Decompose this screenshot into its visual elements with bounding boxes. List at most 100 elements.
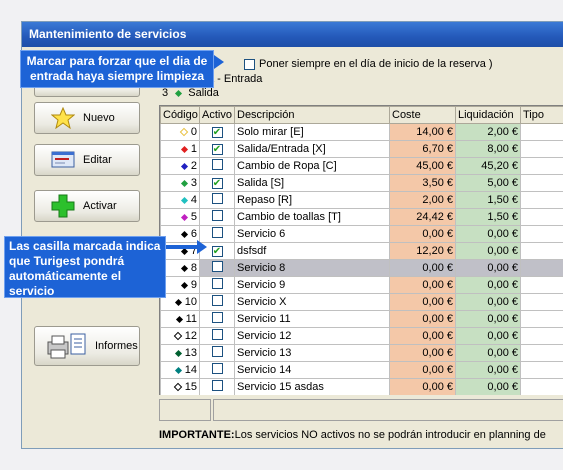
row-description[interactable]: Solo mirar [E]	[234, 123, 390, 141]
active-checkbox[interactable]	[211, 380, 223, 391]
row-liquidacion[interactable]: 0,00 €	[455, 225, 521, 243]
row-coste[interactable]: 14,00 €	[389, 123, 456, 141]
row-description[interactable]: Servicio 8	[234, 259, 390, 277]
row-description[interactable]: Servicio 13	[234, 344, 390, 362]
row-description[interactable]: Servicio 9	[234, 276, 390, 294]
row-liquidacion[interactable]: 0,00 €	[455, 361, 521, 379]
table-row[interactable]: 0 ✔ Solo mirar [E] 14,00 €2,00 €	[160, 123, 563, 141]
row-liquidacion[interactable]: 0,00 €	[455, 242, 521, 260]
row-coste[interactable]: 6,70 €	[389, 140, 456, 158]
row-code-cell[interactable]: 15	[160, 378, 200, 395]
row-coste[interactable]: 0,00 €	[389, 378, 456, 395]
table-row[interactable]: 2 Cambio de Ropa [C] 45,00 €45,20 €	[160, 157, 563, 175]
table-row[interactable]: 12 Servicio 12 0,00 €0,00 €	[160, 327, 563, 345]
row-liquidacion[interactable]: 0,00 €	[455, 276, 521, 294]
table-row[interactable]: 5 Cambio de toallas [T] 24,42 €1,50 €	[160, 208, 563, 226]
row-code-cell[interactable]: 3	[160, 174, 200, 192]
row-tipo[interactable]	[520, 327, 563, 345]
row-active-cell[interactable]	[199, 259, 235, 277]
row-tipo[interactable]	[520, 140, 563, 158]
row-code-cell[interactable]: 5	[160, 208, 200, 226]
activar-button[interactable]: Activar	[34, 190, 140, 222]
col-tipo[interactable]: Tipo	[520, 106, 563, 124]
active-checkbox[interactable]: ✔	[211, 178, 223, 190]
row-tipo[interactable]	[520, 225, 563, 243]
row-code-cell[interactable]: 9	[160, 276, 200, 294]
row-coste[interactable]: 12,20 €	[389, 242, 456, 260]
row-active-cell[interactable]	[199, 157, 235, 175]
row-active-cell[interactable]	[199, 310, 235, 328]
table-row[interactable]: 8 Servicio 8 0,00 €0,00 €	[160, 259, 563, 277]
row-liquidacion[interactable]: 0,00 €	[455, 344, 521, 362]
row-liquidacion[interactable]: 0,00 €	[455, 310, 521, 328]
table-row[interactable]: 1 ✔ Salida/Entrada [X] 6,70 €8,00 €	[160, 140, 563, 158]
row-tipo[interactable]	[520, 259, 563, 277]
row-tipo[interactable]	[520, 123, 563, 141]
row-active-cell[interactable]	[199, 327, 235, 345]
row-active-cell[interactable]: ✔	[199, 123, 235, 141]
row-code-cell[interactable]: 14	[160, 361, 200, 379]
table-row[interactable]: 4 Repaso [R] 2,00 €1,50 €	[160, 191, 563, 209]
editar-button[interactable]: Editar	[34, 144, 140, 176]
row-tipo[interactable]	[520, 293, 563, 311]
row-coste[interactable]: 0,00 €	[389, 225, 456, 243]
active-checkbox[interactable]	[211, 278, 223, 289]
row-code-cell[interactable]: 8	[160, 259, 200, 277]
row-code-cell[interactable]: 10	[160, 293, 200, 311]
active-checkbox[interactable]	[211, 346, 223, 357]
row-description[interactable]: Servicio 15 asdas	[234, 378, 390, 395]
row-active-cell[interactable]	[199, 276, 235, 294]
row-coste[interactable]: 0,00 €	[389, 361, 456, 379]
row-code-cell[interactable]: 1	[160, 140, 200, 158]
active-checkbox[interactable]	[211, 193, 223, 204]
row-active-cell[interactable]	[199, 344, 235, 362]
nuevo-button[interactable]: Nuevo	[34, 102, 140, 134]
row-code-cell[interactable]: 12	[160, 327, 200, 345]
row-tipo[interactable]	[520, 310, 563, 328]
row-coste[interactable]: 0,00 €	[389, 310, 456, 328]
row-tipo[interactable]	[520, 242, 563, 260]
row-liquidacion[interactable]: 8,00 €	[455, 140, 521, 158]
row-coste[interactable]: 0,00 €	[389, 259, 456, 277]
row-coste[interactable]: 3,50 €	[389, 174, 456, 192]
row-tipo[interactable]	[520, 378, 563, 395]
row-description[interactable]: Servicio 6	[234, 225, 390, 243]
row-liquidacion[interactable]: 0,00 €	[455, 327, 521, 345]
row-tipo[interactable]	[520, 344, 563, 362]
active-checkbox[interactable]	[211, 227, 223, 238]
row-tipo[interactable]	[520, 157, 563, 175]
active-checkbox[interactable]: ✔	[211, 144, 223, 156]
active-checkbox[interactable]	[211, 363, 223, 374]
row-description[interactable]: Servicio 11	[234, 310, 390, 328]
col-liquidacion[interactable]: Liquidación	[455, 106, 521, 124]
active-checkbox[interactable]	[211, 295, 223, 306]
row-description[interactable]: Salida [S]	[234, 174, 390, 192]
col-descripcion[interactable]: Descripción	[234, 106, 390, 124]
row-active-cell[interactable]	[199, 191, 235, 209]
row-liquidacion[interactable]: 0,00 €	[455, 378, 521, 395]
row-coste[interactable]: 0,00 €	[389, 276, 456, 294]
col-activo[interactable]: Activo	[199, 106, 235, 124]
row-liquidacion[interactable]: 1,50 €	[455, 191, 521, 209]
table-row[interactable]: 14 Servicio 14 0,00 €0,00 €	[160, 361, 563, 379]
services-grid[interactable]: Código Activo Descripción Coste Liquidac…	[159, 105, 563, 395]
row-description[interactable]: dsfsdf	[234, 242, 390, 260]
row-tipo[interactable]	[520, 174, 563, 192]
row-active-cell[interactable]	[199, 361, 235, 379]
row-description[interactable]: Servicio X	[234, 293, 390, 311]
row-coste[interactable]: 0,00 €	[389, 344, 456, 362]
row-code-cell[interactable]: 4	[160, 191, 200, 209]
row-coste[interactable]: 0,00 €	[389, 327, 456, 345]
table-row[interactable]: 15 Servicio 15 asdas 0,00 €0,00 €	[160, 378, 563, 395]
row-coste[interactable]: 2,00 €	[389, 191, 456, 209]
table-row[interactable]: 6 Servicio 6 0,00 €0,00 €	[160, 225, 563, 243]
row-code-cell[interactable]: 6	[160, 225, 200, 243]
row-liquidacion[interactable]: 45,20 €	[455, 157, 521, 175]
row-liquidacion[interactable]: 0,00 €	[455, 259, 521, 277]
row-active-cell[interactable]	[199, 378, 235, 395]
row-liquidacion[interactable]: 0,00 €	[455, 293, 521, 311]
col-codigo[interactable]: Código	[160, 106, 200, 124]
table-row[interactable]: 9 Servicio 9 0,00 €0,00 €	[160, 276, 563, 294]
row-tipo[interactable]	[520, 208, 563, 226]
row-code-cell[interactable]: 11	[160, 310, 200, 328]
